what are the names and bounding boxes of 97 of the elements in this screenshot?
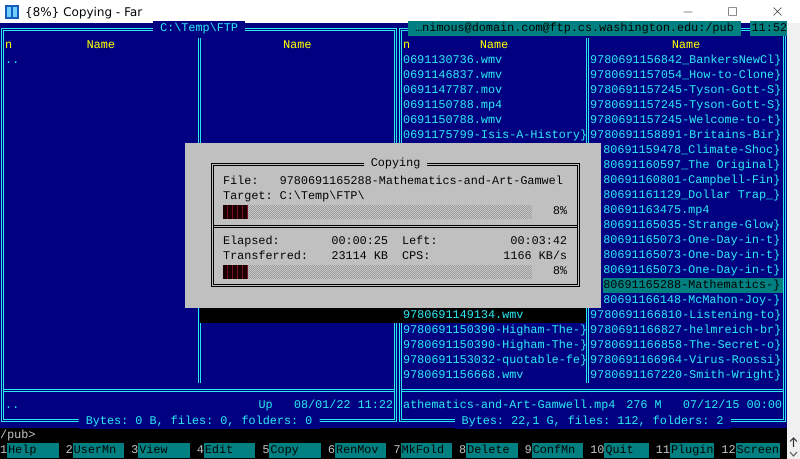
window-title: {8%} Copying - Far bbox=[25, 4, 144, 18]
column-header: Name bbox=[86, 38, 115, 53]
file-name[interactable]: 9780691153032-quotable-fe} bbox=[403, 353, 586, 368]
file-name[interactable]: 9780691156842_BankersNewCl} bbox=[590, 53, 783, 68]
file-name[interactable]: 9780691150390-Higham-The-} bbox=[403, 323, 586, 338]
clock: 11:52 bbox=[750, 21, 787, 36]
file-name[interactable]: 9780691166858-The-Secret-o} bbox=[590, 338, 783, 353]
file-name[interactable]: 9780691166810-Listening-to} bbox=[590, 308, 783, 323]
function-key-button[interactable]: RenMov bbox=[334, 443, 386, 458]
key-number: 1 bbox=[0, 443, 8, 458]
progress-percent: 8% bbox=[552, 204, 567, 219]
file-name[interactable]: 9780691158891-Britains-Bir} bbox=[590, 128, 783, 143]
function-key-button[interactable]: ConfMn bbox=[532, 443, 584, 458]
function-key-button[interactable]: Copy bbox=[269, 443, 321, 458]
file-name[interactable]: 0691147787.mov bbox=[403, 83, 586, 98]
key-number: 12 bbox=[721, 443, 736, 458]
panel-summary: Bytes: 22,1 G, files: 112, folders: 2 bbox=[454, 414, 731, 429]
file-name[interactable]: 0691150788.mp4 bbox=[403, 98, 586, 113]
file-name[interactable]: 9780691157245-Welcome-to-t} bbox=[590, 113, 783, 128]
panel-summary: Bytes: 0 B, files: 0, folders: 0 bbox=[78, 414, 320, 429]
file-name[interactable]: 80691165073-One-Day-in-t} bbox=[603, 263, 783, 278]
file-name[interactable]: 80691166148-McMahon-Joy-} bbox=[603, 293, 783, 308]
key-number: 6 bbox=[328, 443, 335, 458]
column-header: Name bbox=[672, 38, 700, 53]
file-size: 276 M bbox=[626, 398, 662, 413]
stat-value: 23114 KB bbox=[331, 249, 388, 264]
file-name[interactable]: 0691175799-Isis-A-History} bbox=[403, 128, 586, 143]
file-name[interactable]: 9780691166827-helmreich-br} bbox=[590, 323, 783, 338]
file-name[interactable]: 0691130736.wmv bbox=[403, 53, 586, 68]
file-name[interactable]: 9780691156668.wmv bbox=[403, 368, 586, 383]
file-name[interactable]: 0691146837.wmv bbox=[403, 68, 586, 83]
file-name: athematics-and-Art-Gamwell.mp4 bbox=[403, 398, 616, 413]
function-key-button[interactable]: Quit bbox=[604, 443, 649, 458]
key-number: 2 bbox=[66, 443, 73, 458]
field-label: File: bbox=[223, 174, 260, 189]
column-header: Name bbox=[283, 38, 312, 53]
file-name[interactable]: 0691150788.wmv bbox=[403, 113, 586, 128]
stat-label: Transferred: bbox=[223, 249, 308, 264]
command-prompt[interactable]: /pub> bbox=[0, 428, 787, 443]
file-name[interactable]: 9780691149134.wmv bbox=[403, 308, 586, 323]
maximize-icon[interactable] bbox=[727, 6, 738, 17]
function-key-button[interactable]: MkFold bbox=[400, 443, 452, 458]
function-key-button[interactable]: Delete bbox=[466, 443, 518, 458]
stat-label: Left: bbox=[402, 234, 438, 249]
file-name[interactable]: 80691165035-Strange-Glow} bbox=[603, 218, 783, 233]
key-number: 5 bbox=[262, 443, 270, 458]
scroll-up-icon[interactable] bbox=[789, 437, 798, 448]
function-key-button[interactable]: Help bbox=[7, 443, 58, 458]
file-name[interactable]: 80691160597_The Original} bbox=[603, 158, 783, 173]
file-name[interactable]: 9780691157245-Tyson-Gott-S} bbox=[590, 83, 783, 98]
file-name[interactable]: 9780691167220-Smith-Wright} bbox=[590, 368, 783, 383]
function-key-button[interactable]: Edit bbox=[204, 443, 256, 458]
function-key-button[interactable]: Screen bbox=[736, 443, 780, 458]
file-name[interactable]: 9780691157054_How-to-Clone} bbox=[590, 68, 783, 83]
function-key-button[interactable]: UserMn bbox=[72, 443, 124, 458]
field-label: Target: bbox=[223, 189, 274, 204]
function-key-button[interactable]: View bbox=[138, 443, 190, 458]
app-icon bbox=[5, 4, 19, 18]
progress-percent: 8% bbox=[552, 264, 567, 279]
file-size: Up bbox=[258, 398, 273, 413]
key-number: 11 bbox=[656, 443, 670, 458]
key-number: 7 bbox=[393, 443, 401, 458]
file-date: 07/12/15 00:00 bbox=[682, 398, 782, 413]
function-key-button[interactable]: Plugin bbox=[670, 443, 714, 458]
sort-indicator: n bbox=[4, 38, 12, 53]
file-name[interactable]: 9780691150390-Higham-The-} bbox=[403, 338, 586, 353]
file-name[interactable]: 80691163475.mp4 bbox=[603, 203, 783, 218]
key-number: 3 bbox=[131, 443, 138, 458]
file-name[interactable]: 80691161129_Dollar Trap_} bbox=[603, 188, 783, 203]
panel-path: C:\Temp\FTP bbox=[152, 21, 246, 36]
file-name[interactable]: 9780691157245-Tyson-Gott-S} bbox=[590, 98, 783, 113]
file-name[interactable]: 80691159478_Climate-Shoc} bbox=[603, 143, 783, 158]
stat-value: 00:03:42 bbox=[510, 234, 567, 249]
stat-value: 1166 KB/s bbox=[503, 249, 567, 264]
dialog-title: Copying bbox=[364, 156, 428, 171]
key-number: 8 bbox=[459, 443, 466, 458]
file-name[interactable]: 80691160801-Campbell-Fin} bbox=[603, 173, 783, 188]
stat-label: Elapsed: bbox=[223, 234, 280, 249]
column-header: Name bbox=[480, 38, 508, 53]
file-name[interactable]: 9780691166964-Virus-Roossi} bbox=[590, 353, 783, 368]
key-number: 9 bbox=[524, 443, 532, 458]
file-name: 9780691165288-Mathematics-and-Art-Gamwel bbox=[280, 174, 563, 189]
file-name[interactable]: 80691165073-One-Day-in-t} bbox=[603, 248, 783, 263]
file-date: 08/01/22 11:22 bbox=[294, 398, 393, 413]
file-name[interactable]: .. bbox=[5, 53, 198, 68]
scroll-down-icon[interactable] bbox=[789, 451, 798, 457]
sort-indicator: n bbox=[402, 38, 410, 53]
scrollbar[interactable] bbox=[787, 23, 800, 459]
stat-value: 00:00:25 bbox=[331, 234, 388, 249]
key-number: 10 bbox=[590, 443, 604, 458]
file-name[interactable]: 80691165288-Mathematics-} bbox=[603, 278, 783, 293]
file-name: .. bbox=[5, 398, 20, 413]
stat-label: CPS: bbox=[402, 249, 430, 264]
key-number: 4 bbox=[196, 443, 204, 458]
target-path: C:\Temp\FTP\ bbox=[280, 189, 365, 204]
file-name[interactable]: 80691165073-One-Day-in-t} bbox=[603, 233, 783, 248]
panel-path: …nimous@domain.com@ftp.cs.washington.edu:/pub bbox=[408, 21, 741, 36]
